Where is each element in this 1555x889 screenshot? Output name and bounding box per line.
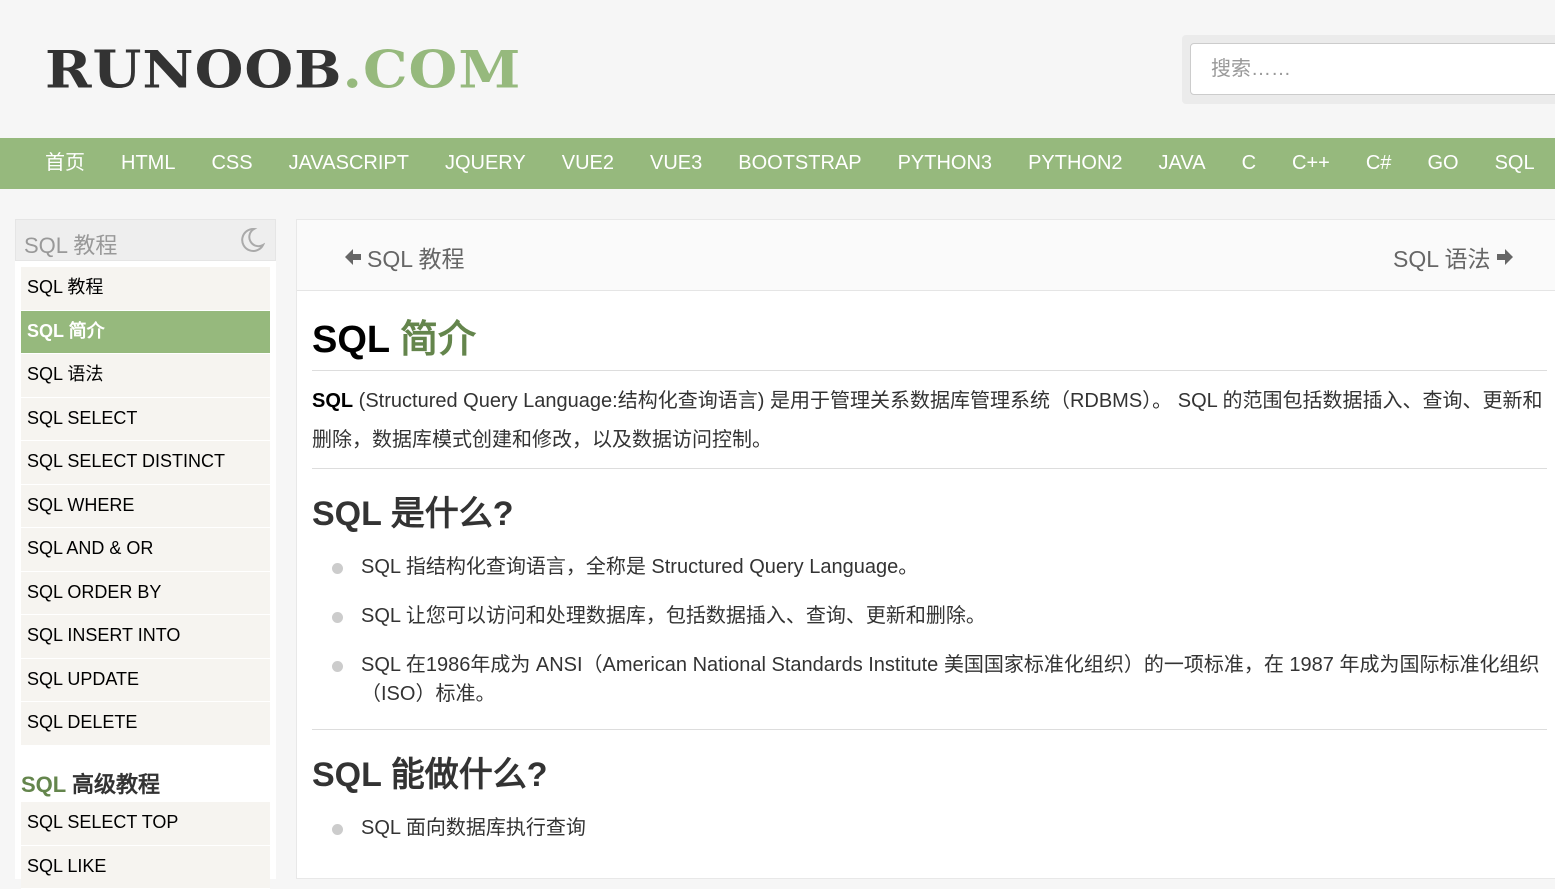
sidebar-item[interactable]: SQL INSERT INTO [21,615,270,659]
prev-label: SQL 教程 [367,240,465,274]
nav-item[interactable]: CSS [193,138,270,189]
sidebar-item[interactable]: SQL WHERE [21,485,270,529]
nav-item[interactable]: PYTHON3 [880,138,1010,189]
pager: SQL 教程 SQL 语法 [297,220,1555,291]
can-list: SQL 面向数据库执行查询 [327,814,1542,863]
heading-what-can-sql-do: SQL 能做什么? [312,747,548,796]
sidebar-item[interactable]: SQL SELECT [21,398,270,442]
intro-bold: SQL [312,390,353,412]
nav-item[interactable]: VUE2 [544,138,632,189]
sidebar-item[interactable]: SQL 教程 [21,267,270,311]
list-item: SQL 面向数据库执行查询 [327,814,1542,843]
nav-item[interactable]: C [1224,138,1274,189]
logo-text-com: .COM [342,44,521,96]
site-logo[interactable]: RUNOOB.COM [45,41,521,100]
intro-text: (Structured Query Language:结构化查询语言) 是用于管… [312,390,1543,451]
title-prefix: SQL [312,319,400,361]
sidebar-item[interactable]: SQL SELECT TOP [21,802,270,846]
sidebar-list: SQL 教程SQL 简介SQL 语法SQL SELECTSQL SELECT D… [21,267,270,746]
search-box [1182,35,1555,104]
arrow-right-icon [1495,247,1515,267]
next-label: SQL 语法 [1393,240,1491,274]
section-prefix: SQL [21,772,66,797]
sidebar-section-advanced: SQL 高级教程 [21,767,160,799]
intro-paragraph: SQL (Structured Query Language:结构化查询语言) … [312,382,1548,460]
nav-item[interactable]: VUE3 [632,138,720,189]
search-input[interactable] [1190,43,1555,95]
nav-item[interactable]: GO [1409,138,1476,189]
what-list: SQL 指结构化查询语言，全称是 Structured Query Langua… [327,553,1542,729]
nav-item[interactable]: C# [1348,138,1410,189]
page-title: SQL 简介 [312,308,476,363]
sidebar-list-advanced: SQL SELECT TOPSQL LIKE [21,802,270,889]
nav-item[interactable]: 首页 [27,138,103,189]
nav-item[interactable]: C++ [1274,138,1348,189]
next-link[interactable]: SQL 语法 [1393,240,1515,274]
nav-item[interactable]: JAVASCRIPT [271,138,427,189]
arrow-left-icon [343,247,363,267]
sidebar-header: SQL 教程 [15,219,276,261]
sidebar-item[interactable]: SQL LIKE [21,846,270,889]
divider [312,468,1547,469]
sidebar-item[interactable]: SQL AND & OR [21,528,270,572]
nav-item[interactable]: JAVA [1141,138,1224,189]
moon-icon[interactable] [239,227,265,253]
list-item: SQL 在1986年成为 ANSI（American National Stan… [327,651,1542,709]
sidebar: SQL 教程 SQL 教程SQL 简介SQL 语法SQL SELECTSQL S… [15,219,276,879]
main-content: SQL 教程 SQL 语法 SQL 简介 SQL (Structured Que… [296,219,1555,879]
list-item: SQL 让您可以访问和处理数据库，包括数据插入、查询、更新和删除。 [327,602,1542,631]
logo-text-runoob: RUNOOB [45,44,342,96]
nav-item[interactable]: BOOTSTRAP [720,138,879,189]
sidebar-title: SQL 教程 [24,228,117,260]
nav-item[interactable]: JQUERY [427,138,544,189]
divider [312,729,1547,730]
sidebar-item-active[interactable]: SQL 简介 [21,311,270,355]
divider [312,370,1547,371]
nav-item[interactable]: HTML [103,138,193,189]
heading-what-is-sql: SQL 是什么? [312,486,514,535]
site-header: RUNOOB.COM [0,0,1555,138]
section-rest: 高级教程 [66,772,160,797]
sidebar-item[interactable]: SQL SELECT DISTINCT [21,441,270,485]
main-nav: 首页HTMLCSSJAVASCRIPTJQUERYVUE2VUE3BOOTSTR… [0,138,1555,189]
sidebar-item[interactable]: SQL ORDER BY [21,572,270,616]
nav-item[interactable]: SQL [1477,138,1553,189]
nav-list: 首页HTMLCSSJAVASCRIPTJQUERYVUE2VUE3BOOTSTR… [0,138,1555,189]
title-highlight: 简介 [400,319,476,361]
nav-item[interactable]: PYTHON2 [1010,138,1140,189]
prev-link[interactable]: SQL 教程 [343,240,465,274]
list-item: SQL 指结构化查询语言，全称是 Structured Query Langua… [327,553,1542,582]
sidebar-item[interactable]: SQL UPDATE [21,659,270,703]
sidebar-item[interactable]: SQL DELETE [21,702,270,746]
sidebar-item[interactable]: SQL 语法 [21,354,270,398]
